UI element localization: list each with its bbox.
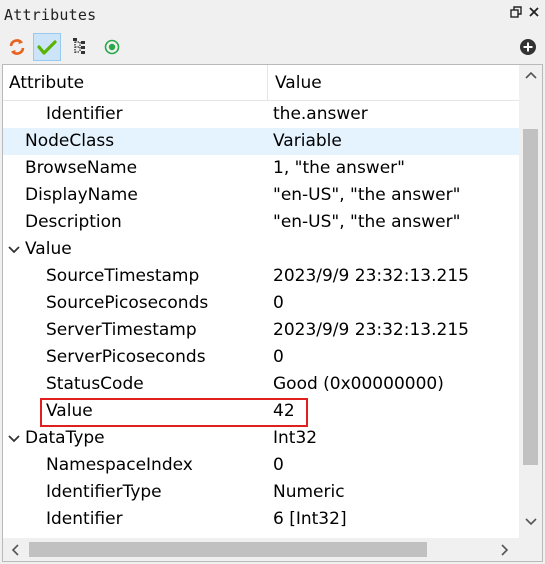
attribute-value: Int32 bbox=[273, 428, 318, 448]
restore-icon[interactable] bbox=[509, 6, 523, 20]
column-divider[interactable] bbox=[267, 65, 268, 101]
attribute-name: SourcePicoseconds bbox=[46, 293, 209, 313]
attribute-value: 0 bbox=[273, 347, 284, 367]
record-button[interactable] bbox=[98, 33, 126, 61]
attribute-value: "en-US", "the answer" bbox=[273, 212, 461, 232]
column-header: Attribute Value bbox=[3, 65, 519, 101]
attribute-value: Numeric bbox=[273, 482, 345, 502]
horizontal-scrollbar[interactable] bbox=[3, 538, 519, 561]
tree-row[interactable]: StatusCode Good (0x00000000) bbox=[3, 371, 519, 398]
tree-row[interactable]: Value bbox=[3, 236, 519, 263]
attribute-name: Description bbox=[25, 212, 122, 232]
scrollbar-corner bbox=[519, 538, 542, 561]
tree-row[interactable]: Value 42 bbox=[3, 398, 519, 425]
attribute-name: Value bbox=[25, 239, 72, 259]
value-column-header[interactable]: Value bbox=[275, 65, 322, 101]
attribute-value: 0 bbox=[273, 455, 284, 475]
attribute-value: "en-US", "the answer" bbox=[273, 185, 461, 205]
refresh-button[interactable] bbox=[3, 33, 31, 61]
attribute-name: IdentifierType bbox=[46, 482, 162, 502]
attribute-column-header[interactable]: Attribute bbox=[9, 65, 84, 101]
tree-row[interactable]: ServerPicoseconds 0 bbox=[3, 344, 519, 371]
tree-row[interactable]: Description "en-US", "the answer" bbox=[3, 209, 519, 236]
attribute-name: NamespaceIndex bbox=[46, 455, 193, 475]
attribute-value: 2023/9/9 23:32:13.215 bbox=[273, 320, 469, 340]
vertical-scrollbar[interactable] bbox=[519, 65, 542, 538]
tree-row[interactable]: Identifier 6 [Int32] bbox=[3, 506, 519, 533]
tree-row[interactable]: IdentifierType Numeric bbox=[3, 479, 519, 506]
attribute-name: NodeClass bbox=[25, 131, 115, 151]
attribute-name: ServerPicoseconds bbox=[46, 347, 206, 367]
check-button[interactable] bbox=[33, 33, 61, 61]
attribute-value: Variable bbox=[273, 131, 342, 151]
attribute-name: DataType bbox=[25, 428, 105, 448]
tree-row[interactable]: SourcePicoseconds 0 bbox=[3, 290, 519, 317]
attribute-name: Identifier bbox=[46, 104, 123, 124]
attribute-value: 0 bbox=[273, 293, 284, 313]
attribute-name: Identifier bbox=[46, 509, 123, 529]
attribute-name: StatusCode bbox=[46, 374, 144, 394]
attribute-name: ServerTimestamp bbox=[46, 320, 197, 340]
scroll-up-icon[interactable] bbox=[519, 65, 542, 85]
attribute-name: SourceTimestamp bbox=[46, 266, 200, 286]
tree-row[interactable]: DataType Int32 bbox=[3, 425, 519, 452]
attributes-tree: Attribute Value Identifier the.answer Node… bbox=[2, 64, 543, 562]
attribute-value: 6 [Int32] bbox=[273, 509, 347, 529]
attribute-value: 2023/9/9 23:32:13.215 bbox=[273, 266, 469, 286]
scroll-down-icon[interactable] bbox=[519, 512, 542, 532]
add-icon bbox=[520, 39, 536, 55]
record-icon bbox=[104, 39, 120, 55]
vertical-scroll-thumb[interactable] bbox=[523, 129, 538, 465]
tree-structure-button[interactable] bbox=[66, 33, 94, 61]
tree-row[interactable]: NodeClass Variable bbox=[3, 128, 519, 155]
tree-structure-icon bbox=[73, 38, 85, 54]
chevron-down-icon[interactable] bbox=[6, 425, 22, 452]
attribute-value: 1, "the answer" bbox=[273, 158, 405, 178]
tree-row[interactable]: NamespaceIndex 0 bbox=[3, 452, 519, 479]
attribute-name: DisplayName bbox=[25, 185, 138, 205]
scroll-right-icon[interactable] bbox=[495, 538, 515, 561]
panel-title: Attributes bbox=[4, 6, 97, 24]
check-icon bbox=[37, 40, 57, 55]
attribute-name: Value bbox=[46, 401, 93, 421]
add-button[interactable] bbox=[514, 33, 542, 61]
toolbar bbox=[0, 30, 545, 64]
tree-row[interactable]: DisplayName "en-US", "the answer" bbox=[3, 182, 519, 209]
attribute-name: BrowseName bbox=[25, 158, 138, 178]
refresh-icon bbox=[9, 39, 25, 55]
tree-row[interactable]: Identifier the.answer bbox=[3, 101, 519, 128]
tree-row[interactable]: BrowseName 1, "the answer" bbox=[3, 155, 519, 182]
attribute-value: the.answer bbox=[273, 104, 368, 124]
attribute-value: 42 bbox=[273, 401, 295, 421]
title-bar: Attributes bbox=[0, 0, 545, 30]
chevron-down-icon[interactable] bbox=[6, 236, 22, 263]
close-icon[interactable] bbox=[527, 6, 541, 20]
tree-row[interactable]: ServerTimestamp 2023/9/9 23:32:13.215 bbox=[3, 317, 519, 344]
horizontal-scroll-thumb[interactable] bbox=[29, 542, 427, 557]
attribute-value: Good (0x00000000) bbox=[273, 374, 444, 394]
scroll-left-icon[interactable] bbox=[5, 538, 25, 561]
tree-row[interactable]: SourceTimestamp 2023/9/9 23:32:13.215 bbox=[3, 263, 519, 290]
